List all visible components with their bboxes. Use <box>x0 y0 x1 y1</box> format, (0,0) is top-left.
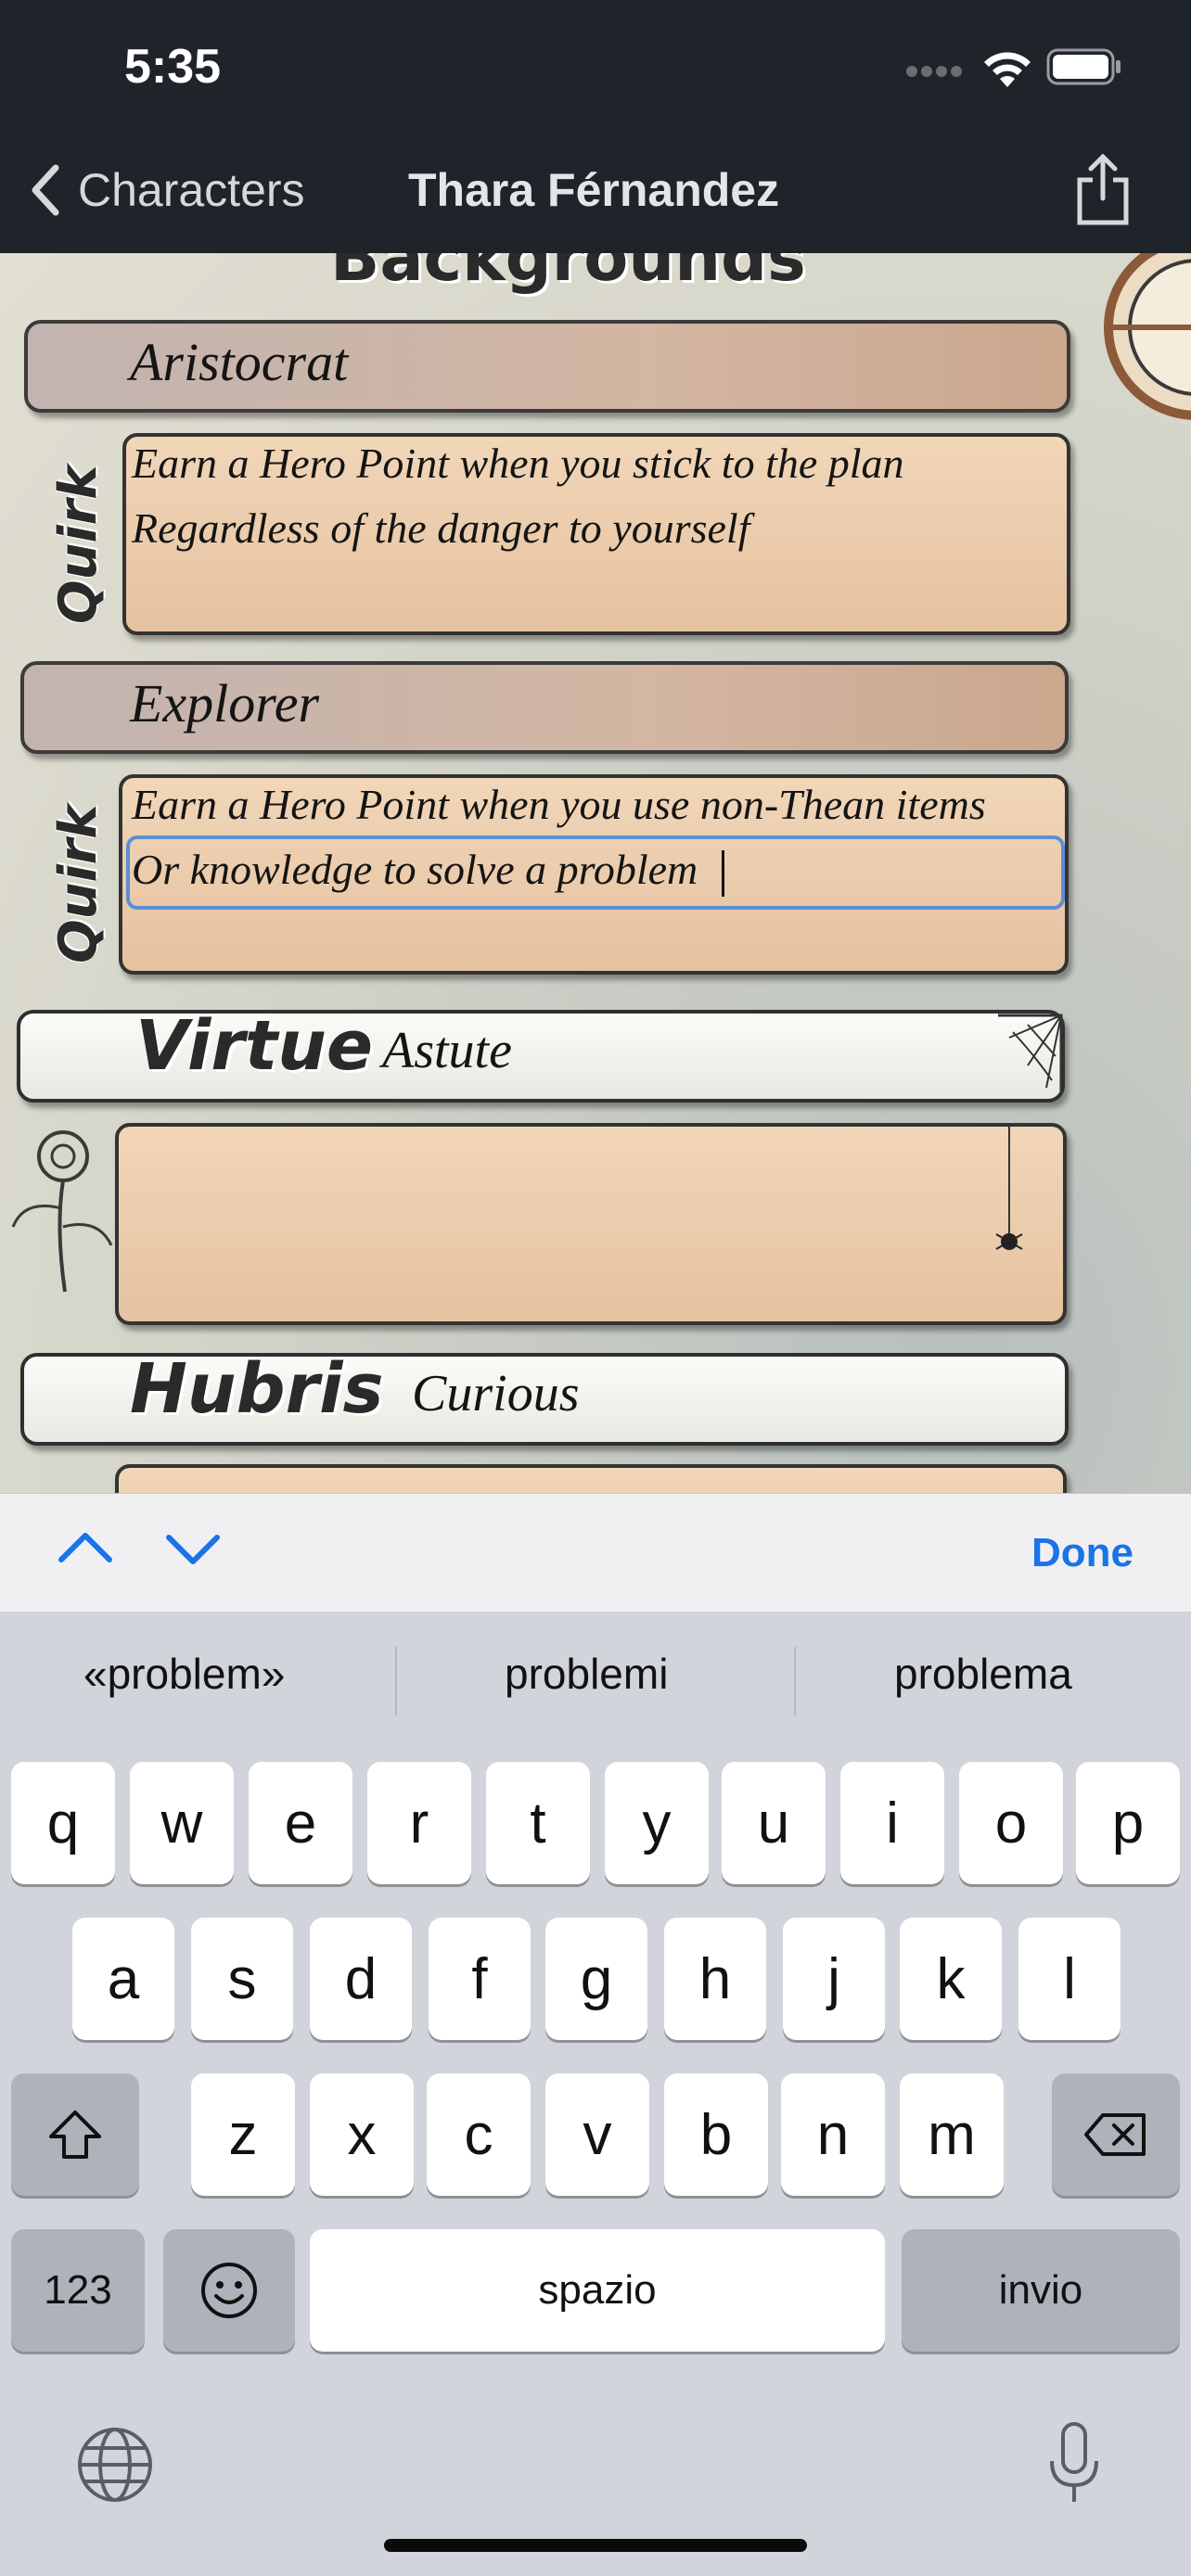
back-button[interactable]: Characters <box>26 158 305 223</box>
key-b[interactable]: b <box>664 2073 768 2196</box>
share-icon[interactable] <box>1072 153 1133 231</box>
backspace-icon <box>1084 2113 1146 2156</box>
shift-key[interactable] <box>11 2073 139 2196</box>
microphone-icon[interactable] <box>1044 2420 1104 2510</box>
quirk-1-line-2: Regardless of the danger to yourself <box>132 504 750 552</box>
key-s[interactable]: s <box>191 1918 293 2040</box>
rose-ornament <box>6 1116 117 1306</box>
suggestion-3[interactable]: problema <box>894 1649 1072 1699</box>
home-indicator <box>384 2539 807 2552</box>
return-key[interactable]: invio <box>902 2229 1180 2352</box>
suggestion-divider <box>395 1647 397 1715</box>
chevron-left-icon <box>32 164 59 216</box>
key-j[interactable]: j <box>783 1918 885 2040</box>
virtue-description-box[interactable] <box>115 1123 1067 1325</box>
virtue-label: Virtue <box>135 1006 374 1086</box>
wifi-icon <box>981 48 1033 94</box>
hubris-label: Hubris <box>130 1349 384 1429</box>
virtue-value[interactable]: Astute <box>382 1021 512 1080</box>
quirk-1-label: Quirk <box>48 465 109 624</box>
key-r[interactable]: r <box>367 1762 471 1884</box>
battery-icon <box>1046 48 1122 90</box>
page-title: Thara Férnandez <box>408 164 780 216</box>
emoji-key[interactable] <box>163 2229 295 2352</box>
globe-icon[interactable] <box>76 2426 154 2508</box>
compass-ornament <box>1095 253 1191 453</box>
key-z[interactable]: z <box>191 2073 295 2196</box>
delete-key[interactable] <box>1052 2073 1180 2196</box>
quirk-2-line-1: Earn a Hero Point when you use non-Thean… <box>132 781 986 828</box>
key-q[interactable]: q <box>11 1762 115 1884</box>
spider-icon <box>989 1123 1030 1267</box>
spider-web-icon <box>991 1010 1065 1100</box>
key-o[interactable]: o <box>959 1762 1063 1884</box>
numbers-key[interactable]: 123 <box>11 2229 145 2352</box>
key-t[interactable]: t <box>486 1762 590 1884</box>
status-time: 5:35 <box>124 40 222 94</box>
key-p[interactable]: p <box>1076 1762 1180 1884</box>
chevron-down-icon <box>166 1535 220 1564</box>
done-button[interactable]: Done <box>1031 1530 1133 1576</box>
quirk-1-line-1: Earn a Hero Point when you stick to the … <box>132 440 904 487</box>
key-a[interactable]: a <box>72 1918 174 2040</box>
key-v[interactable]: v <box>545 2073 649 2196</box>
character-sheet: Backgrounds Aristocrat Quirk Earn a Hero… <box>0 253 1191 1493</box>
quirk-2-line-2: Or knowledge to solve a problem <box>132 846 698 893</box>
shift-icon <box>49 2111 101 2159</box>
chevron-up-icon <box>58 1533 112 1562</box>
key-e[interactable]: e <box>249 1762 352 1884</box>
back-label: Characters <box>78 164 305 216</box>
key-w[interactable]: w <box>130 1762 234 1884</box>
key-f[interactable]: f <box>429 1918 531 2040</box>
key-y[interactable]: y <box>605 1762 709 1884</box>
key-m[interactable]: m <box>900 2073 1004 2196</box>
key-l[interactable]: l <box>1018 1918 1121 2040</box>
section-heading: Backgrounds <box>330 253 806 296</box>
suggestion-divider <box>794 1647 796 1715</box>
key-i[interactable]: i <box>840 1762 944 1884</box>
key-c[interactable]: c <box>427 2073 531 2196</box>
key-h[interactable]: h <box>664 1918 766 2040</box>
background-1-name: Aristocrat <box>130 332 349 392</box>
hubris-value[interactable]: Curious <box>412 1364 580 1423</box>
next-field-button[interactable] <box>163 1532 223 1574</box>
hubris-description-box[interactable] <box>115 1464 1067 1493</box>
key-d[interactable]: d <box>310 1918 412 2040</box>
text-cursor <box>722 850 724 897</box>
key-n[interactable]: n <box>781 2073 885 2196</box>
emoji-icon <box>201 2263 257 2318</box>
space-key[interactable]: spazio <box>310 2229 885 2352</box>
key-u[interactable]: u <box>722 1762 826 1884</box>
suggestion-2[interactable]: problemi <box>505 1649 668 1699</box>
quirk-2-label: Quirk <box>48 804 109 963</box>
suggestion-1[interactable]: «problem» <box>83 1649 285 1699</box>
cellular-signal-icon <box>905 65 963 83</box>
background-2-name: Explorer <box>130 673 320 733</box>
previous-field-button[interactable] <box>56 1528 115 1570</box>
key-x[interactable]: x <box>310 2073 414 2196</box>
key-k[interactable]: k <box>900 1918 1002 2040</box>
key-g[interactable]: g <box>545 1918 647 2040</box>
